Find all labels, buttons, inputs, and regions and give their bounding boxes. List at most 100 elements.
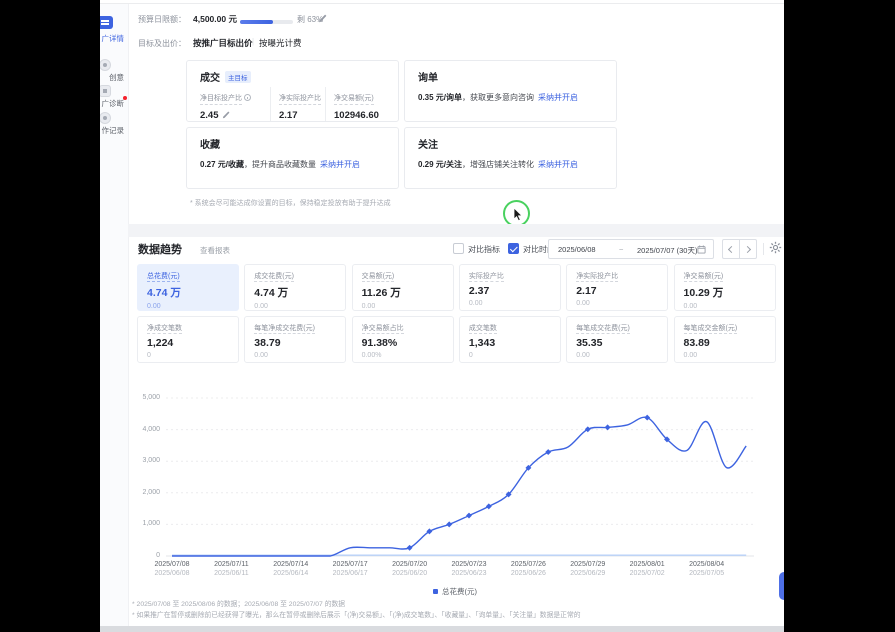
metric-card-value: 4.74 万 <box>254 285 336 300</box>
metric-card[interactable]: 净实际投产比2.170.00 <box>566 264 668 311</box>
metric-label: 净交易额(元) <box>334 93 374 105</box>
metric-card[interactable]: 总花费(元)4.74 万0.00 <box>137 264 239 311</box>
edit-budget-icon[interactable] <box>318 14 327 23</box>
metric-card-label: 净成交笔数 <box>147 323 229 333</box>
primary-goal-badge: 主目标 <box>225 71 251 83</box>
goal-footnote: * 系统会尽可能达成你设置的目标，保持稳定投放有助于提升达成 <box>190 198 391 208</box>
x-tick-label-compare: 2025/06/26 <box>496 570 560 577</box>
trend-section-title: 数据趋势 <box>138 241 182 257</box>
metric-card-value: 2.17 <box>576 285 658 297</box>
metric-card-label: 每笔净成交花费(元) <box>254 323 336 333</box>
metric-card[interactable]: 成交笔数1,3430 <box>459 316 561 363</box>
metric-card-value: 83.89 <box>684 337 766 349</box>
sidebar-item-records[interactable]: 作记录 <box>102 125 125 136</box>
metric-card[interactable]: 每笔成交金额(元) 83.89 0.00 <box>674 316 776 363</box>
metric-card-compare-value: 0.00 <box>684 352 766 359</box>
floating-action-pill[interactable] <box>779 572 784 600</box>
records-icon[interactable] <box>100 112 111 124</box>
budget-slider[interactable] <box>240 20 293 24</box>
metric-value: 2.45 <box>200 110 219 121</box>
x-tick-label-current: 2025/07/23 <box>437 561 501 568</box>
view-report-link[interactable]: 查看报表 <box>200 245 230 256</box>
x-tick-label-compare: 2025/06/23 <box>437 570 501 577</box>
metric-card-compare-value: 0.00 <box>684 303 766 310</box>
goal-card-inquiry[interactable]: 询单 0.35 元/询单，获取更多意向咨询采纳并开启 <box>404 60 617 122</box>
bidding-label: 目标及出价： <box>138 38 186 49</box>
metric-card-compare-value: 0.00 <box>576 300 658 307</box>
diagnosis-icon[interactable] <box>100 85 111 97</box>
date-range-picker[interactable]: 2025/06/08 ~ 2025/07/07 (30天) <box>548 239 714 259</box>
sidebar-item-detail[interactable]: 广详情 <box>102 33 125 44</box>
metric-card[interactable]: 每笔净成交花费(元)38.790.00 <box>244 316 346 363</box>
tab-bid-by-impression[interactable]: 按曝光计费 <box>259 37 302 49</box>
trend-chart: 01,0002,0003,0004,0005,000 2025/07/08202… <box>100 386 784 580</box>
budget-amount: 4,500.00 元 <box>193 13 237 25</box>
goal-card-deal[interactable]: 成交主目标 净目标投产比 2.45 净实际投产比 2.17 净交易额(元) 10… <box>186 60 399 122</box>
y-tick-label: 2,000 <box>126 489 160 496</box>
metric-card-value: 10.29 万 <box>684 285 766 300</box>
notification-dot <box>123 96 127 100</box>
adopt-enable-link[interactable]: 采纳并开启 <box>538 93 578 102</box>
y-tick-label: 5,000 <box>126 394 160 401</box>
x-tick-label-current: 2025/07/26 <box>496 561 560 568</box>
screen: 广详情 创意 广诊断 作记录 预算日限额： 4,500.00 元 剩 63% 目… <box>0 0 895 632</box>
x-tick-label-current: 2025/07/17 <box>318 561 382 568</box>
x-tick-label-current: 2025/07/20 <box>378 561 442 568</box>
trend-metric-grid: 总花费(元)4.74 万0.00成交花费(元)4.74 万0.00交易额(元)1… <box>137 264 781 364</box>
x-tick-label-compare: 2025/06/29 <box>556 570 620 577</box>
metric-card-compare-value: 0.00 <box>254 352 336 359</box>
bottom-scrollbar[interactable] <box>100 626 784 632</box>
metric-card[interactable]: 交易额(元)11.26 万0.00 <box>352 264 454 311</box>
goal-card-follow-title: 关注 <box>418 136 438 151</box>
tab-bid-by-goal[interactable]: 按推广目标出价 <box>193 37 253 49</box>
next-period-button[interactable] <box>739 239 757 259</box>
goal-card-favorite-title: 收藏 <box>200 136 220 151</box>
gear-icon[interactable] <box>769 241 782 254</box>
edit-roi-icon[interactable] <box>222 111 230 119</box>
goal-desc: ，获取更多意向咨询 <box>462 93 534 102</box>
metric-card-value: 1,224 <box>147 337 229 349</box>
metric-card-label: 净交易额(元) <box>684 271 766 281</box>
compare-metric-checkbox[interactable] <box>453 243 464 254</box>
metric-card[interactable]: 净交易额(元) 10.29 万 0.00 <box>674 264 776 311</box>
metric-card-value: 11.26 万 <box>362 285 444 300</box>
tab-separator: | <box>252 37 254 46</box>
budget-label: 预算日限额： <box>138 14 186 25</box>
goal-card-follow[interactable]: 关注 0.29 元/关注，增强店铺关注转化采纳并开启 <box>404 127 617 189</box>
metric-card[interactable]: 净成交笔数1,2240 <box>137 316 239 363</box>
goal-desc: ，增强店铺关注转化 <box>462 160 534 169</box>
promotion-detail-icon[interactable] <box>100 16 113 29</box>
creative-icon[interactable] <box>100 59 111 71</box>
metric-card[interactable]: 实际投产比2.370.00 <box>459 264 561 311</box>
x-tick-label-current: 2025/07/11 <box>199 561 263 568</box>
sidebar-item-diagnosis[interactable]: 广诊断 <box>102 98 125 109</box>
top-divider <box>100 3 784 4</box>
chart-legend: 总花费(元) <box>100 586 784 597</box>
compare-metric-label[interactable]: 对比指标 <box>468 244 500 255</box>
metric-card[interactable]: 成交花费(元)4.74 万0.00 <box>244 264 346 311</box>
x-tick-label-current: 2025/08/04 <box>675 561 739 568</box>
goal-card-favorite[interactable]: 收藏 0.27 元/收藏，提升商品收藏数量采纳并开启 <box>186 127 399 189</box>
compare-time-checkbox[interactable] <box>508 243 519 254</box>
y-tick-label: 0 <box>126 552 160 559</box>
metric-card-value: 4.74 万 <box>147 285 229 300</box>
sidebar-item-creative[interactable]: 创意 <box>109 72 124 83</box>
campaign-detail-panel: 广详情 创意 广诊断 作记录 预算日限额： 4,500.00 元 剩 63% 目… <box>100 0 784 632</box>
prev-period-button[interactable] <box>722 239 740 259</box>
trend-chart-canvas[interactable] <box>100 386 784 558</box>
metric-card[interactable]: 每笔成交花费(元)35.350.00 <box>566 316 668 363</box>
controls-divider <box>763 243 764 255</box>
calendar-icon <box>697 245 706 254</box>
metric-card-label: 成交笔数 <box>469 323 551 333</box>
metric-value: 102946.60 <box>334 110 379 121</box>
info-icon[interactable] <box>244 94 251 101</box>
date-start: 2025/06/08 <box>558 245 596 254</box>
metric-card-label: 每笔成交金额(元) <box>684 323 766 333</box>
metric-card-value: 35.35 <box>576 337 658 349</box>
metric-card-value: 91.38% <box>362 337 444 349</box>
metric-card[interactable]: 净交易额占比91.38%0.00% <box>352 316 454 363</box>
metric-card-compare-value: 0.00% <box>362 352 444 359</box>
adopt-enable-link[interactable]: 采纳并开启 <box>320 160 360 169</box>
y-tick-label: 3,000 <box>126 457 160 464</box>
adopt-enable-link[interactable]: 采纳并开启 <box>538 160 578 169</box>
